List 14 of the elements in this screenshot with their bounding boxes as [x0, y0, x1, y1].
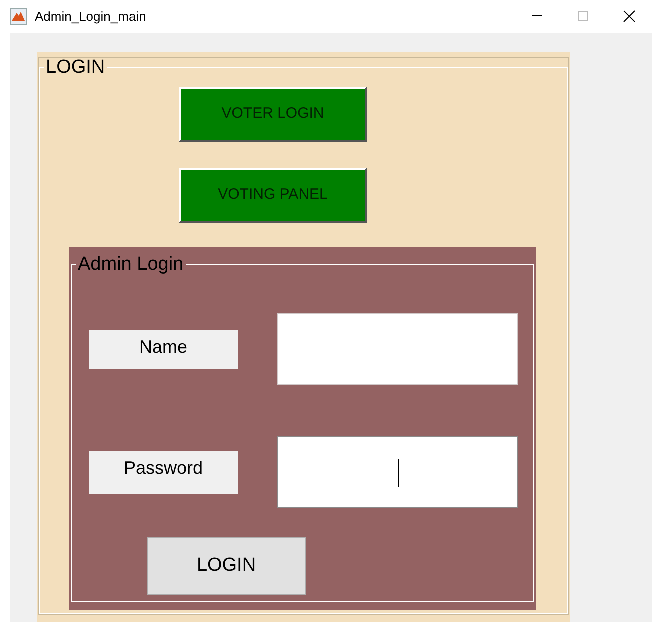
- panel-title: Admin Login: [77, 255, 185, 274]
- maximize-icon: [577, 10, 589, 22]
- close-icon: [622, 10, 636, 23]
- login-button[interactable]: LOGIN: [147, 537, 306, 595]
- panel-title: LOGIN: [45, 58, 106, 77]
- window-title: Admin_Login_main: [35, 8, 146, 26]
- field-label: Password: [89, 450, 238, 494]
- input-field[interactable]: [277, 313, 518, 385]
- password-field[interactable]: [277, 436, 518, 508]
- menu-button[interactable]: VOTING PANEL: [179, 168, 367, 223]
- text-cursor: [398, 459, 399, 487]
- menu-button[interactable]: VOTER LOGIN: [179, 87, 367, 142]
- field-label: Name: [89, 330, 238, 368]
- app-icon: [10, 8, 27, 25]
